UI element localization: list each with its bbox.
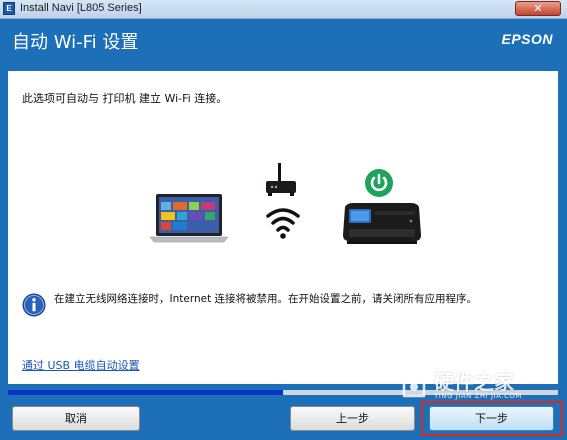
page-title: 自动 Wi-Fi 设置 (12, 32, 139, 53)
usb-setup-link[interactable]: 通过 USB 电缆自动设置 (22, 357, 140, 373)
laptop-icon (149, 194, 229, 243)
window-titlebar: E Install Navi [L805 Series] ✕ (0, 0, 567, 19)
content-panel: 此选项可自动与 打印机 建立 Wi-Fi 连接。 在建立无线网络连接时，Inte… (8, 71, 558, 384)
printer-icon (343, 203, 421, 244)
next-button[interactable]: 下一步 (429, 406, 554, 431)
watermark-url: YING JIAN ZHI JIA.COM (434, 392, 522, 400)
app-icon: E (3, 2, 15, 15)
header-banner: 自动 Wi-Fi 设置 EPSON (0, 19, 567, 71)
back-button[interactable]: 上一步 (290, 406, 415, 431)
epson-logo: EPSON (501, 31, 553, 47)
watermark-text: 硬件之家 (434, 370, 514, 394)
watermark-logo-icon (398, 368, 430, 398)
watermark: 硬件之家 YING JIAN ZHI JIA.COM (398, 366, 563, 402)
power-icon (365, 169, 393, 197)
router-icon (266, 163, 296, 196)
window-title: Install Navi [L805 Series] (20, 2, 142, 14)
cancel-button[interactable]: 取消 (12, 406, 140, 431)
wifi-icon (266, 208, 300, 239)
close-button[interactable]: ✕ (515, 1, 561, 16)
notice-text: 在建立无线网络连接时，Internet 连接将被禁用。在开始设置之前，请关闭所有… (54, 293, 478, 305)
info-icon (22, 293, 46, 317)
intro-text: 此选项可自动与 打印机 建立 Wi-Fi 连接。 (22, 92, 228, 105)
progress-fill (8, 390, 283, 395)
